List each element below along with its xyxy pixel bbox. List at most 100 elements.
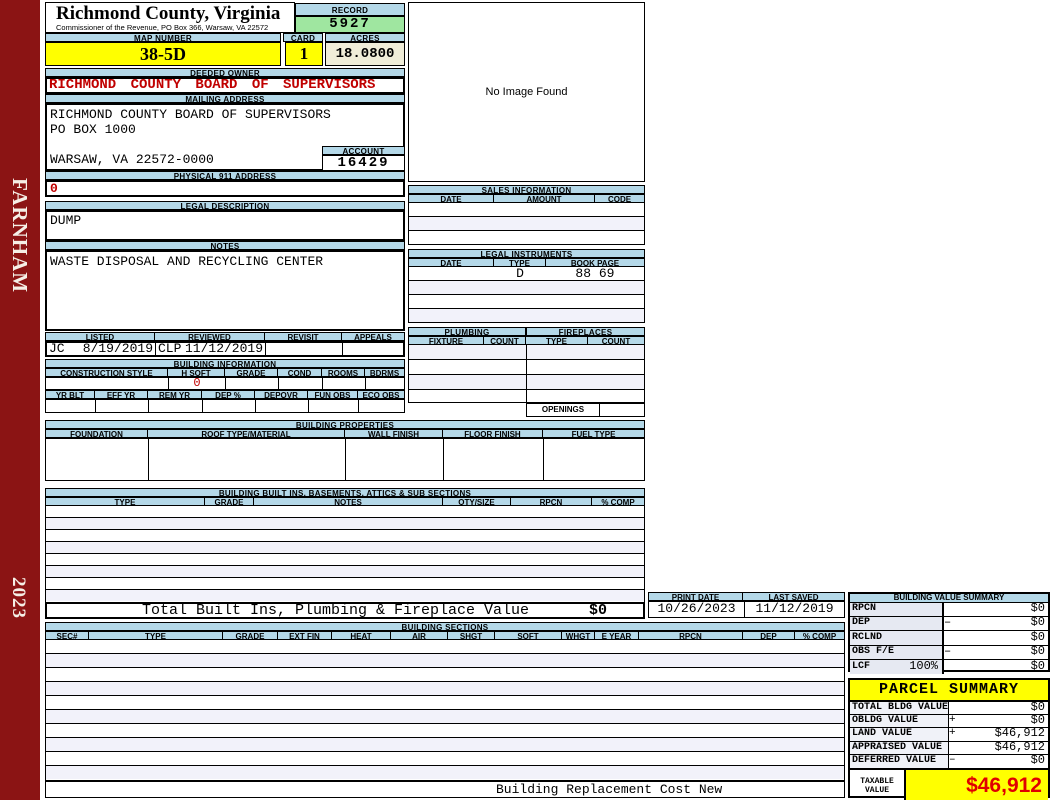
empty-row [46, 710, 844, 724]
sales-date-header: DATE [408, 194, 494, 204]
record-label: RECORD [295, 3, 405, 16]
rem-yr-value [148, 400, 202, 412]
taxable-value-label: TAXABLE VALUE [850, 770, 906, 800]
built-ins-header-row: TYPE GRADE NOTES QTY/SIZE RPCN % COMP [45, 497, 645, 507]
notes-label: NOTES [45, 241, 405, 251]
bvs-row-value: $0 [1030, 644, 1045, 658]
built-ins-title: BUILDING BUILT INS, BASEMENTS, ATTICS & … [45, 488, 645, 498]
li-type-value: D [516, 266, 524, 281]
fun-obs-value [308, 400, 358, 412]
record-value: 5927 [295, 16, 405, 33]
built-ins-total-row: Total Built Ins, Plumbing & Fireplace Va… [45, 602, 645, 619]
cond-value [278, 378, 322, 389]
built-ins-empty-rows [45, 506, 645, 603]
openings-row: OPENINGS [526, 403, 645, 417]
building-value-summary-title: BUILDING VALUE SUMMARY [850, 594, 1048, 603]
review-value-row: JC 8/19/2019 CLP 11/12/2019 [45, 341, 405, 357]
bvs-row-value: $0 [1030, 615, 1045, 629]
empty-row [46, 640, 844, 654]
property-record-card: FARNHAM 2023 Richmond County, Virginia C… [0, 0, 1050, 800]
yr-blt-value [46, 400, 95, 412]
roof-type-value [148, 439, 345, 480]
fuel-type-value [543, 439, 644, 480]
appeals-value [342, 343, 403, 355]
bs-shgt-header: SHGT [448, 631, 495, 641]
ps-row-label: TOTAL BLDG VALUE [850, 702, 949, 714]
empty-row [409, 281, 644, 295]
building-sections-header-row: SEC# TYPE GRADE EXT FIN HEAT AIR SHGT SQ… [45, 631, 845, 641]
ps-row-op: – [949, 754, 956, 766]
empty-row [46, 682, 844, 696]
empty-row [46, 766, 844, 779]
grade-value [225, 378, 278, 389]
bs-sqft-header: SQFT [495, 631, 562, 641]
sidebar: FARNHAM 2023 [0, 0, 40, 800]
eff-yr-value [95, 400, 148, 412]
bvs-lcf-pct: 100% [909, 659, 938, 673]
sales-header-row: DATE AMOUNT CODE [408, 194, 645, 204]
bvs-row-op: – [944, 644, 952, 658]
no-image-text: No Image Found [485, 86, 568, 98]
bs-rpcn-header: RPCN [639, 631, 743, 641]
reviewed-date: 11/12/2019 [184, 343, 263, 355]
rooms-value [322, 378, 365, 389]
empty-row [46, 738, 844, 752]
empty-row [46, 506, 644, 518]
bi-rpcn-header: RPCN [511, 497, 592, 507]
empty-row [409, 203, 644, 217]
bvs-lcf-label: LCF [852, 661, 871, 672]
fireplace-count-header: COUNT [588, 336, 645, 346]
fireplace-type-header: TYPE [526, 336, 588, 346]
foundation-header: FOUNDATION [45, 429, 148, 439]
listed-date: 8/19/2019 [82, 343, 153, 355]
empty-row [409, 295, 644, 309]
bvs-row-label: RPCN [850, 603, 944, 616]
reviewed-by: CLP [158, 343, 182, 355]
bvs-row-op [944, 660, 958, 674]
revisit-value [265, 343, 342, 355]
h-sqft-header: H SQFT [168, 368, 225, 378]
sales-amount-header: AMOUNT [494, 194, 595, 204]
empty-row [409, 217, 644, 231]
legal-description-label: LEGAL DESCRIPTION [45, 201, 405, 211]
built-ins-total-value: $0 [588, 602, 607, 619]
map-number-label: MAP NUMBER [45, 33, 281, 43]
ps-row-value: $0 [1030, 753, 1045, 767]
listed-value: JC 8/19/2019 [47, 343, 155, 355]
map-number-value: 38-5D [45, 42, 281, 66]
cond-header: COND [278, 368, 322, 378]
print-date-value: 10/26/2023 [657, 602, 736, 616]
empty-row [46, 530, 644, 542]
eco-obs-value [358, 400, 404, 412]
openings-value [600, 403, 645, 417]
deeded-owner-label: DEEDED OWNER [45, 68, 405, 78]
bvs-row: OBS F/E – $0 [850, 644, 1048, 660]
empty-row [46, 542, 644, 554]
tax-year-label: 2023 [8, 577, 29, 619]
mailing-line: PO BOX 1000 [50, 122, 136, 137]
ps-row-op [949, 742, 961, 754]
card-label: CARD [283, 33, 323, 43]
empty-row [46, 654, 844, 668]
legal-instruments-title: LEGAL INSTRUMENTS [408, 249, 645, 259]
fireplaces-title: FIREPLACES [526, 327, 645, 337]
ps-row-op: + [949, 714, 956, 726]
plumbing-fireplaces-rows [408, 345, 645, 403]
yr-blt-header: YR BLT [45, 390, 95, 400]
bi-type-header: TYPE [45, 497, 205, 507]
floor-finish-value [443, 439, 543, 480]
bs-air-header: AIR [391, 631, 448, 641]
bi-grade-header: GRADE [205, 497, 254, 507]
rem-yr-header: REM YR [148, 390, 202, 400]
physical-911-value: 0 [45, 180, 405, 197]
revisit-header: REVISIT [265, 332, 342, 342]
property-photo-placeholder: No Image Found [408, 2, 645, 182]
mailing-address-label: MAILING ADDRESS [45, 94, 405, 104]
bvs-row-op [944, 631, 958, 645]
parcel-summary: PARCEL SUMMARY TOTAL BLDG VALUE $0 OBLDG… [848, 678, 1050, 800]
print-info-header-row: PRINT DATE LAST SAVED [648, 592, 845, 602]
empty-row [46, 554, 644, 566]
empty-row [409, 231, 644, 244]
taxable-value-amount: $46,912 [906, 770, 1048, 800]
account-value: 16429 [322, 155, 405, 171]
